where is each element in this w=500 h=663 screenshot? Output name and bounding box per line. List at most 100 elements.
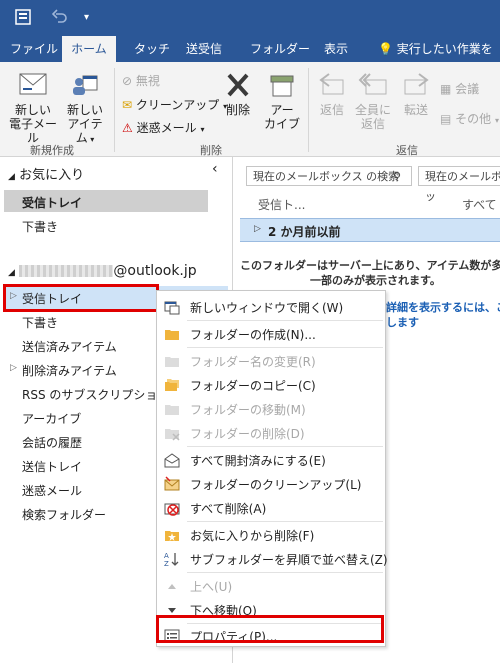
menu-rename-folder[interactable]: フォルダー名の変更(R) [157, 349, 385, 373]
menu-separator [187, 347, 383, 348]
dropdown-arrow-icon: ▾ [87, 135, 95, 144]
group-label-new: 新規作成 [30, 144, 74, 157]
server-notice-line1: このフォルダーはサーバー上にあり、アイテム数が多いた [240, 259, 500, 272]
menu-mark-all-read[interactable]: すべて開封済みにする(E) [157, 448, 385, 472]
menu-label: フォルダーのコピー(C) [190, 379, 316, 393]
view-more-link-line1[interactable]: 詳細を表示するには、こ [386, 299, 500, 315]
group-label-respond: 返信 [396, 144, 418, 157]
new-items-label-1: 新しい [66, 103, 103, 117]
folder-search[interactable]: 検索フォルダー [22, 506, 106, 523]
new-email-button[interactable]: 新しい 電子メール [4, 70, 62, 145]
tab-file[interactable]: ファイル [8, 36, 60, 62]
context-menu: 新しいウィンドウで開く(W) フォルダーの作成(N)... フォルダー名の変更(… [156, 290, 388, 647]
favorite-drafts[interactable]: 下書き [22, 218, 58, 235]
menu-label: すべて開封済みにする(E) [190, 454, 326, 468]
search-input[interactable]: 現在のメールボックス の検索 ⚲ [246, 166, 412, 186]
menu-remove-favorite[interactable]: お気に入りから削除(F) [157, 523, 385, 547]
menu-label: フォルダーのクリーンアップ(L) [190, 478, 362, 492]
tab-home[interactable]: ホーム [62, 36, 116, 62]
favorites-label: お気に入り [19, 168, 85, 183]
junk-button[interactable]: ⚠ 迷惑メール ▾ [122, 119, 204, 136]
favorites-header[interactable]: ◢ お気に入り [8, 164, 84, 183]
delete-x-icon [227, 73, 249, 97]
forward-label: 転送 [403, 103, 428, 117]
collapse-pane-icon[interactable]: ‹ [212, 161, 218, 177]
search-scope-dropdown[interactable]: 現在のメールボッ [418, 166, 500, 203]
tab-folder[interactable]: フォルダー [248, 36, 312, 62]
account-domain: @outlook.jp [113, 263, 197, 279]
folder-rss[interactable]: RSS のサブスクリプション [22, 386, 169, 403]
folder-rename-icon [165, 357, 179, 367]
column-all[interactable]: すべて [462, 196, 497, 213]
inbox-highlight-box [3, 284, 159, 312]
search-icon[interactable]: ⚲ [393, 167, 401, 187]
reply-all-label-1: 全員に [354, 103, 391, 117]
view-more-link-line2[interactable]: します [386, 314, 419, 330]
folder-archive[interactable]: アーカイブ [22, 410, 81, 427]
lightbulb-icon: 💡 [378, 42, 393, 56]
cleanup-icon: ✉ [122, 98, 133, 112]
tab-view[interactable]: 表示 [322, 36, 350, 62]
new-window-icon [164, 301, 180, 315]
menu-label: フォルダー名の変更(R) [190, 355, 316, 369]
account-header[interactable]: ◢ @outlook.jp [8, 263, 197, 279]
ignore-button[interactable]: ⊘ 無視 [122, 72, 160, 89]
new-email-label-1: 新しい [14, 103, 51, 117]
folder-drafts[interactable]: 下書き [22, 314, 58, 331]
envelope-open-icon [164, 453, 180, 468]
junk-icon: ⚠ [122, 121, 133, 135]
menu-cleanup-folder[interactable]: フォルダーのクリーンアップ(L) [157, 472, 385, 496]
menu-copy-folder[interactable]: フォルダーのコピー(C) [157, 373, 385, 397]
menu-move-folder[interactable]: フォルダーの移動(M) [157, 397, 385, 421]
reply-icon [319, 73, 344, 95]
date-group-header[interactable]: ▷ 2 か月前以前 [240, 218, 500, 242]
junk-label: 迷惑メール [136, 121, 197, 135]
column-from[interactable]: 受信ト... [258, 196, 305, 213]
cleanup-button[interactable]: ✉ クリーンアップ ▾ [122, 96, 227, 113]
tell-me-box[interactable]: 💡 実行したい作業を入力 [376, 36, 500, 82]
delete-all-icon [164, 503, 180, 516]
reply-all-button[interactable]: 全員に 返信 [352, 70, 394, 131]
folder-outbox[interactable]: 送信トレイ [22, 458, 82, 475]
menu-open-new-window[interactable]: 新しいウィンドウで開く(W) [157, 295, 385, 319]
folder-sent[interactable]: 送信済みアイテム [22, 338, 117, 355]
folder-deleted[interactable]: 削除済みアイテム [22, 362, 117, 379]
folder-conversation-history[interactable]: 会話の履歴 [22, 434, 82, 451]
ribbon-tabs: ファイル ホーム タッチ 送受信 フォルダー 表示 💡 実行したい作業を入力 [0, 36, 500, 82]
expand-arrow-icon[interactable]: ▷ [10, 363, 17, 373]
group-divider [114, 68, 115, 152]
new-items-button[interactable]: 新しい アイテム ▾ [62, 70, 108, 147]
archive-button[interactable]: アー カイブ [260, 70, 304, 131]
folder-junk[interactable]: 迷惑メール [22, 482, 82, 499]
tab-send-receive[interactable]: 送受信 [184, 36, 224, 62]
app-menu-icon[interactable] [14, 8, 32, 30]
menu-move-up[interactable]: 上へ(U) [157, 574, 385, 598]
folder-move-icon [165, 405, 179, 415]
menu-create-folder[interactable]: フォルダーの作成(N)... [157, 322, 385, 346]
delete-label: 削除 [225, 103, 250, 117]
favorite-inbox[interactable]: 受信トレイ [22, 194, 82, 211]
account-redacted [19, 265, 114, 277]
menu-delete-folder[interactable]: フォルダーの削除(D) [157, 421, 385, 445]
svg-text:A: A [164, 552, 169, 560]
server-notice-line2: 一部のみが表示されます。 [310, 274, 441, 287]
properties-highlight-box [156, 615, 384, 643]
dropdown-arrow-icon: ▾ [495, 116, 500, 125]
menu-delete-all[interactable]: すべて削除(A) [157, 496, 385, 520]
forward-button[interactable]: 転送 [398, 70, 434, 117]
undo-icon[interactable] [51, 8, 68, 28]
menu-label: お気に入りから削除(F) [190, 529, 315, 543]
menu-sort-subfolders[interactable]: AZ サブフォルダーを昇順で並べ替え(Z) [157, 547, 388, 571]
qat-customize-icon[interactable]: ▾ [84, 12, 89, 23]
menu-separator [187, 572, 383, 573]
arrow-up-icon [168, 584, 176, 589]
tab-touch[interactable]: タッチ [132, 36, 172, 62]
ignore-icon: ⊘ [122, 74, 133, 88]
meeting-icon: ▦ [440, 82, 452, 96]
meeting-button[interactable]: ▦ 会議 [440, 80, 479, 97]
reply-button[interactable]: 返信 [314, 70, 350, 117]
group-label-delete: 削除 [200, 144, 222, 157]
delete-button[interactable]: 削除 [220, 70, 256, 117]
cleanup-icon [164, 476, 180, 491]
more-respond-button[interactable]: ▤ その他 ▾ [440, 110, 499, 127]
